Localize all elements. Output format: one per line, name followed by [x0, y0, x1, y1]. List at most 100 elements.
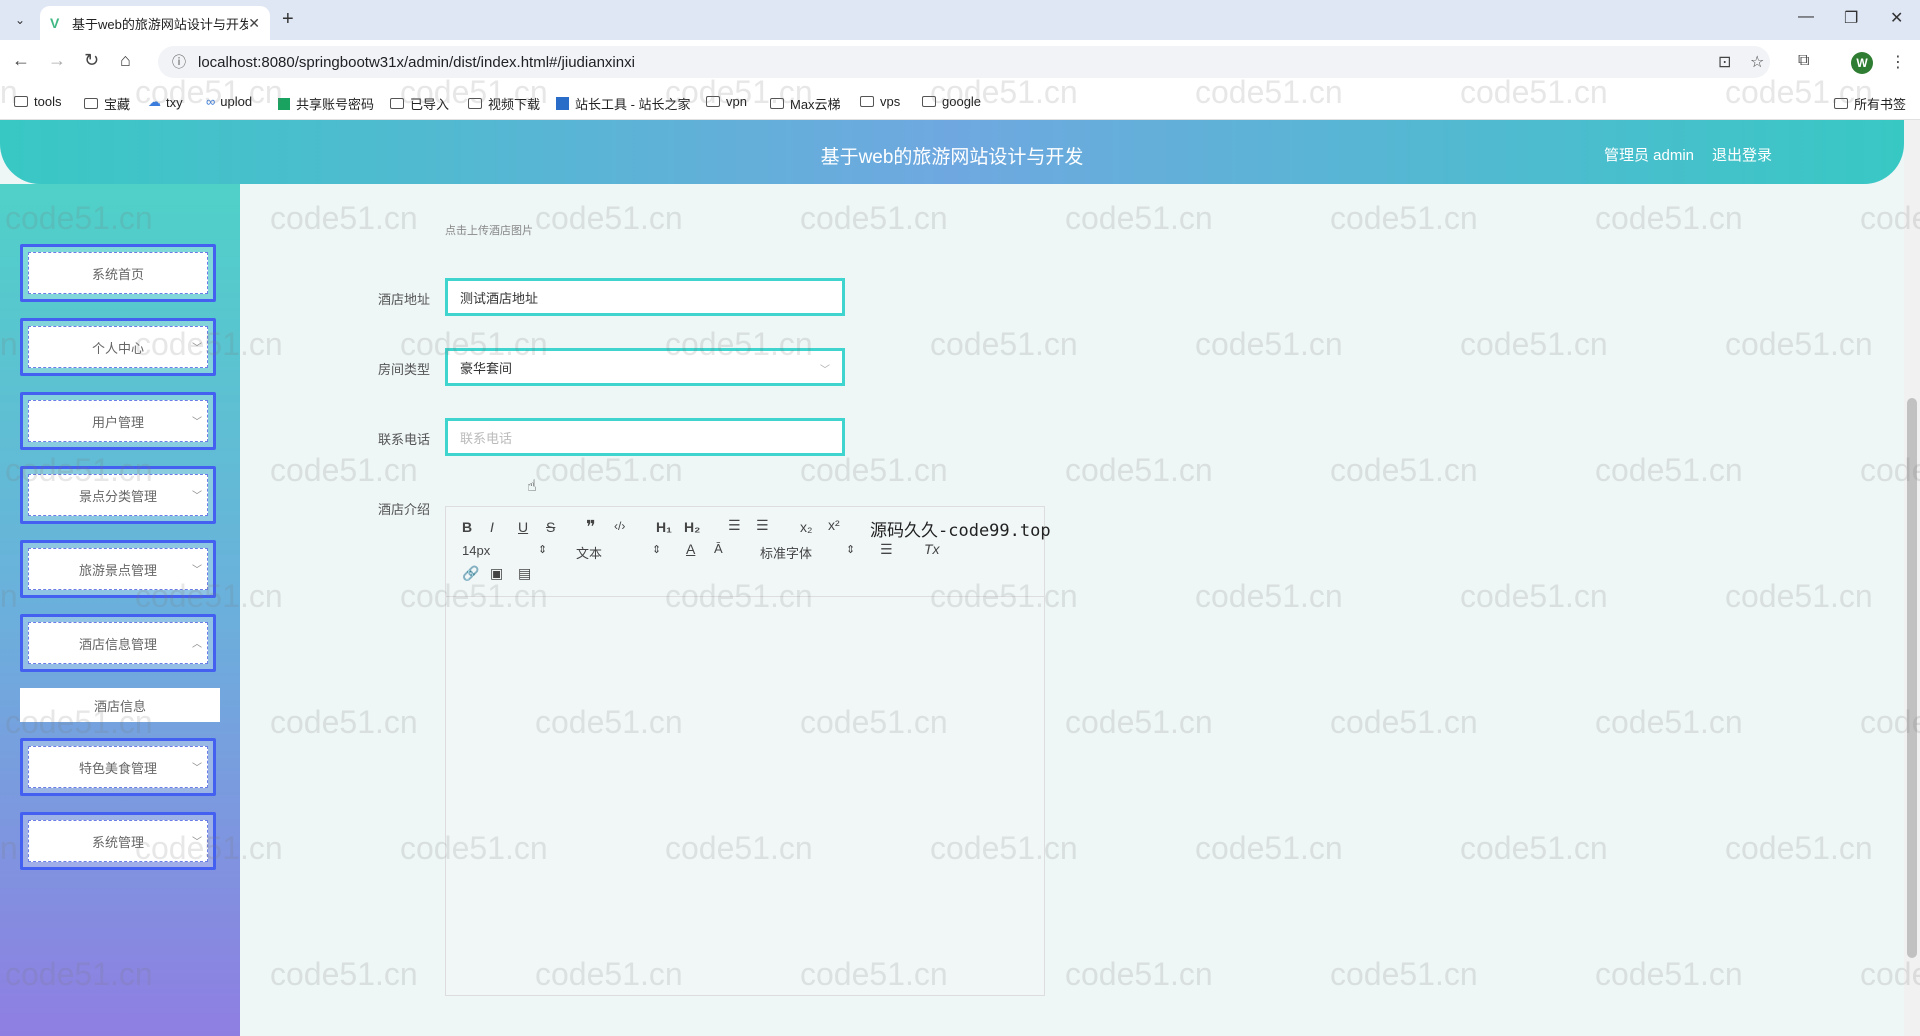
paragraph-select[interactable]: 文本 — [576, 543, 602, 562]
bookmark-imported[interactable]: 已导入 — [390, 94, 449, 113]
bookmark-webmaster-tools[interactable]: 站长工具 - 站长之家 — [556, 94, 691, 113]
bookmark-treasure[interactable]: 宝藏 — [84, 94, 130, 113]
sidebar-item-scenic-spots[interactable]: 旅游景点管理 ﹀ — [20, 540, 216, 598]
watermark-text: code51.cn — [1330, 956, 1478, 992]
underline-icon[interactable]: U — [518, 519, 528, 535]
page-scrollbar[interactable] — [1904, 120, 1920, 1036]
blockquote-icon[interactable]: ❞ — [586, 517, 596, 538]
font-color-icon[interactable]: A — [686, 541, 695, 557]
watermark-text: code51.cn — [800, 452, 948, 488]
browser-tabbar: ⌄ V 基于web的旅游网站设计与开发 ✕ + — ❐ ✕ — [0, 0, 1920, 40]
sidebar-item-system-management[interactable]: 系统管理 ﹀ — [20, 812, 216, 870]
forward-icon[interactable]: → — [48, 50, 66, 71]
bookmark-shared-accounts[interactable]: 共享账号密码 — [278, 94, 374, 113]
sidebar-item-label: 旅游景点管理 — [28, 548, 208, 590]
profile-avatar[interactable]: W — [1851, 52, 1873, 74]
app-header: 基于web的旅游网站设计与开发 管理员 admin 退出登录 — [0, 120, 1904, 184]
select-arrows-icon: ⇕ — [846, 544, 856, 556]
clear-format-icon[interactable]: Tx — [924, 541, 940, 557]
menu-icon[interactable]: ⋮ — [1890, 52, 1906, 72]
extensions-icon[interactable]: ⧉ — [1798, 52, 1809, 70]
screenshot-icon[interactable]: ⊡ — [1718, 52, 1731, 72]
superscript-icon[interactable]: x² — [828, 517, 840, 533]
font-size-select[interactable]: 14px — [462, 543, 490, 558]
sidebar-item-food-management[interactable]: 特色美食管理 ﹀ — [20, 738, 216, 796]
room-type-value: 豪华套间 — [460, 360, 513, 376]
sidebar-item-scenic-category[interactable]: 景点分类管理 ﹀ — [20, 466, 216, 524]
bookmark-uplod[interactable]: ∞ uplod — [206, 94, 252, 109]
chevron-down-icon: ﹀ — [192, 565, 202, 576]
strike-icon[interactable]: S — [546, 519, 555, 535]
video-icon[interactable]: ▤ — [518, 565, 531, 582]
subscript-icon[interactable]: x₂ — [800, 519, 812, 535]
background-color-icon[interactable]: Ā — [714, 541, 723, 556]
link-icon[interactable]: 🔗 — [462, 565, 479, 582]
watermark-text: code51.cn — [1460, 326, 1608, 362]
new-tab-icon[interactable]: + — [282, 8, 294, 31]
bookmark-max-ladder[interactable]: Max云梯 — [770, 94, 841, 113]
back-icon[interactable]: ← — [12, 50, 30, 71]
watermark-text: code51.cn — [1065, 452, 1213, 488]
minimize-icon[interactable]: — — [1798, 8, 1814, 26]
sidebar-item-label: 景点分类管理 — [28, 474, 208, 516]
reload-icon[interactable]: ↻ — [84, 50, 99, 71]
bookmark-video-download[interactable]: 视频下载 — [468, 94, 540, 113]
bullet-list-icon[interactable]: ☰ — [756, 517, 769, 534]
folder-icon — [922, 96, 936, 107]
h1-icon[interactable]: H₁ — [656, 519, 672, 535]
watermark-text: code51.cn — [1195, 326, 1343, 362]
browser-toolbar: ← → ↻ ⌂ ⓘ localhost:8080/springbootw31x/… — [0, 40, 1920, 84]
ordered-list-icon[interactable]: ☰ — [728, 517, 741, 534]
folder-icon — [14, 96, 28, 107]
sidebar-subitem-hotel-info[interactable]: 酒店信息 — [20, 688, 220, 722]
italic-icon[interactable]: I — [490, 519, 494, 535]
phone-field[interactable]: 联系电话 — [445, 418, 845, 456]
bookmarks-bar: tools 宝藏 ☁ txy ∞ uplod 共享账号密码 已导入 视频下载 站长工… — [0, 84, 1920, 120]
tab-title: 基于web的旅游网站设计与开发 — [72, 16, 249, 32]
address-bar[interactable]: ⓘ localhost:8080/springbootw31x/admin/di… — [158, 46, 1770, 78]
sidebar-item-label: 酒店信息管理 — [28, 622, 208, 664]
sidebar-item-user-management[interactable]: 用户管理 ﹀ — [20, 392, 216, 450]
watermark-text: code51.cn — [1725, 578, 1873, 614]
logout-link[interactable]: 退出登录 — [1712, 144, 1772, 165]
sidebar-item-hotel-management[interactable]: 酒店信息管理 ︿ — [20, 614, 216, 672]
watermark-text: code51.cn — [1330, 704, 1478, 740]
bookmark-vpn[interactable]: vpn — [706, 94, 747, 109]
font-family-select[interactable]: 标准字体 — [760, 543, 812, 562]
restore-icon[interactable]: ❐ — [1844, 8, 1858, 28]
mouse-cursor-icon: ☝ — [527, 478, 537, 495]
address-field[interactable]: 测试酒店地址 — [445, 278, 845, 316]
bookmark-tools[interactable]: tools — [14, 94, 61, 109]
bookmark-txy[interactable]: ☁ txy — [148, 94, 183, 110]
folder-icon — [706, 96, 720, 107]
browser-tab[interactable]: V 基于web的旅游网站设计与开发 ✕ — [40, 6, 270, 40]
bookmark-star-icon[interactable]: ☆ — [1750, 52, 1764, 72]
chevron-down-icon: ﹀ — [820, 365, 830, 376]
sidebar-item-home[interactable]: 系统首页 — [20, 244, 216, 302]
sidebar-item-label: 系统首页 — [28, 252, 208, 294]
h2-icon[interactable]: H₂ — [684, 519, 700, 535]
tab-search-icon[interactable]: ⌄ — [8, 10, 32, 30]
room-type-select[interactable]: 豪华套间 ﹀ — [445, 348, 845, 386]
scroll-thumb[interactable] — [1907, 398, 1917, 958]
url-text: localhost:8080/springbootw31x/admin/dist… — [198, 53, 635, 71]
link-icon: ∞ — [206, 94, 216, 109]
site-info-icon[interactable]: ⓘ — [172, 52, 186, 72]
bookmark-google[interactable]: google — [922, 94, 981, 109]
home-icon[interactable]: ⌂ — [120, 50, 131, 71]
code-icon[interactable]: ‹/› — [614, 519, 625, 533]
current-user: 管理员 admin — [1603, 147, 1694, 164]
align-icon[interactable]: ☰ — [880, 541, 893, 558]
watermark-text: code51.cn — [1595, 956, 1743, 992]
sidebar-item-personal-center[interactable]: 个人中心 ﹀ — [20, 318, 216, 376]
image-icon[interactable]: ▣ — [490, 565, 503, 582]
upload-hint[interactable]: 点击上传酒店图片 — [445, 222, 533, 238]
bold-icon[interactable]: B — [462, 519, 472, 535]
close-window-icon[interactable]: ✕ — [1890, 8, 1903, 28]
chevron-up-icon: ︿ — [192, 639, 202, 650]
rich-text-editor[interactable]: B I U S ❞ ‹/› H₁ H₂ ☰ ☰ x₂ x² 14px ⇕ 文本 … — [445, 506, 1045, 996]
watermark-text: code51.cn — [1195, 830, 1343, 866]
bookmark-vps[interactable]: vps — [860, 94, 900, 109]
all-bookmarks[interactable]: 所有书签 — [1834, 94, 1906, 113]
close-tab-icon[interactable]: ✕ — [248, 15, 260, 32]
